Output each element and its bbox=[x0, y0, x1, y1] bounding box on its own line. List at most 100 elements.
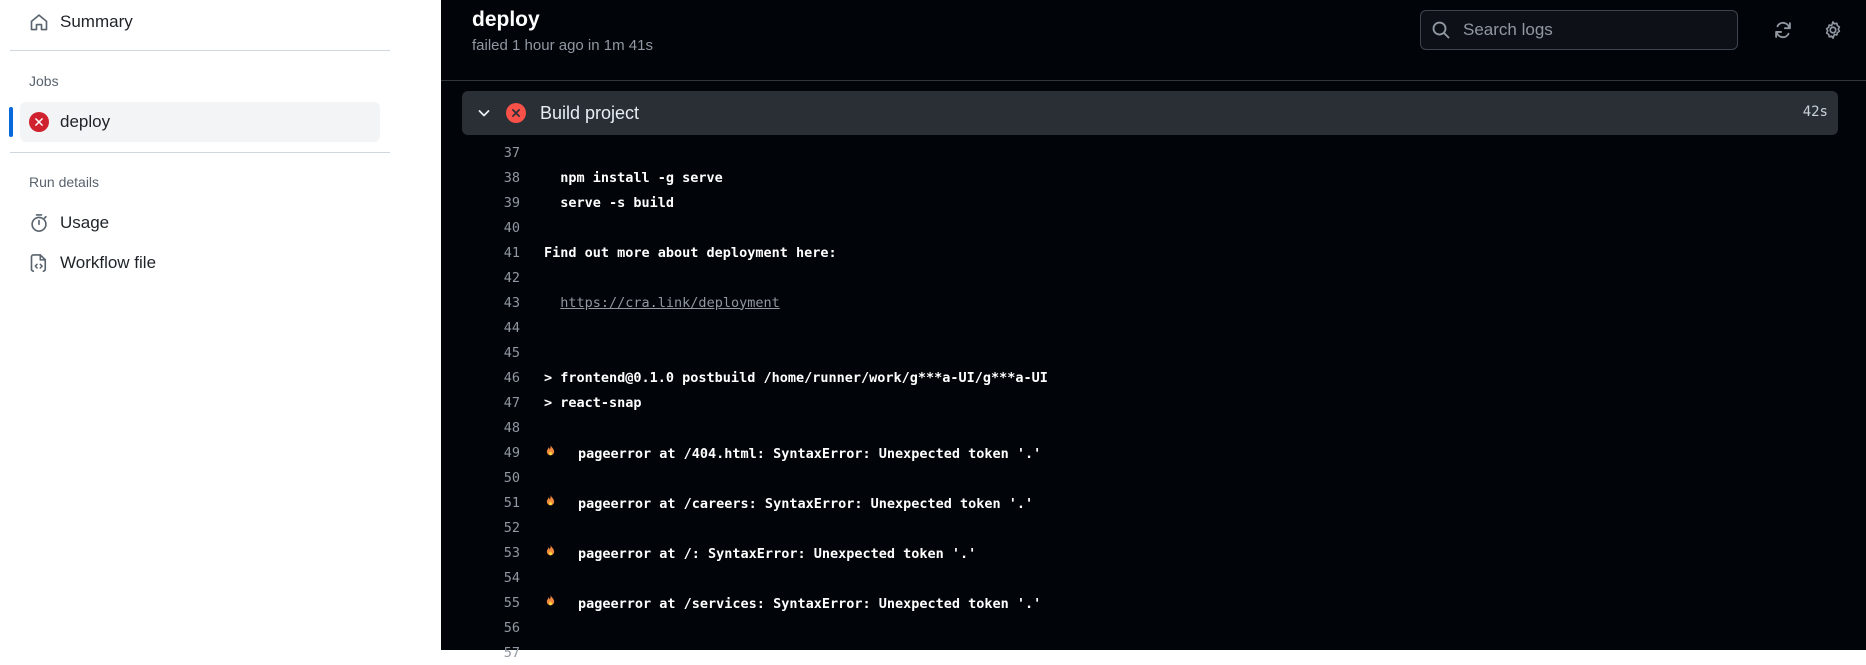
line-number[interactable]: 37 bbox=[462, 145, 520, 161]
log-text: pageerror at /careers: SyntaxError: Unex… bbox=[544, 493, 1033, 512]
home-icon bbox=[28, 11, 50, 33]
gear-icon bbox=[1825, 21, 1841, 39]
line-number[interactable]: 40 bbox=[462, 220, 520, 236]
line-number[interactable]: 52 bbox=[462, 520, 520, 536]
job-status-subtitle: failed 1 hour ago in 1m 41s bbox=[472, 37, 653, 54]
log-line: 56 bbox=[462, 615, 1838, 640]
sidebar-item-summary[interactable]: Summary bbox=[20, 2, 380, 42]
job-title: deploy bbox=[472, 8, 540, 31]
log-text: > frontend@0.1.0 postbuild /home/runner/… bbox=[544, 370, 1048, 386]
log-text-content bbox=[544, 295, 560, 311]
log-line: 49 pageerror at /404.html: SyntaxError: U… bbox=[462, 440, 1838, 465]
settings-button[interactable] bbox=[1820, 17, 1846, 43]
log-text-content: pageerror at /services: SyntaxError: Une… bbox=[578, 596, 1042, 612]
sync-icon bbox=[1775, 21, 1791, 39]
failed-status-icon bbox=[28, 111, 50, 133]
log-line: 51 pageerror at /careers: SyntaxError: Un… bbox=[462, 490, 1838, 515]
failed-status-icon bbox=[506, 103, 526, 123]
log-output: 37 38 npm install -g serve 39 serve -s bui… bbox=[462, 140, 1838, 665]
step-duration: 42s bbox=[1802, 104, 1828, 120]
jobs-heading: Jobs bbox=[29, 73, 59, 89]
log-text: serve -s build bbox=[544, 195, 674, 211]
log-text-content: Find out more about deployment here: bbox=[544, 244, 837, 261]
line-number[interactable]: 56 bbox=[462, 620, 520, 636]
refresh-button[interactable] bbox=[1770, 17, 1796, 43]
log-line: 44 bbox=[462, 315, 1838, 340]
log-line: 39 serve -s build bbox=[462, 190, 1838, 215]
line-number[interactable]: 45 bbox=[462, 345, 520, 361]
log-text: pageerror at /: SyntaxError: Unexpected … bbox=[544, 543, 976, 562]
search-logs[interactable] bbox=[1420, 10, 1738, 50]
log-line: 53 pageerror at /: SyntaxError: Unexpecte… bbox=[462, 540, 1838, 565]
log-text: https://cra.link/deployment bbox=[544, 295, 779, 311]
sidebar-item-workflow-file[interactable]: Workflow file bbox=[20, 243, 380, 283]
log-line: 48 bbox=[462, 415, 1838, 440]
log-line: 52 bbox=[462, 515, 1838, 540]
fire-icon bbox=[544, 543, 560, 562]
sidebar-item-label: Workflow file bbox=[60, 253, 157, 272]
fire-icon bbox=[544, 443, 560, 462]
log-line: 54 bbox=[462, 565, 1838, 590]
sidebar: Summary Jobs deploy Run details Usage Wo… bbox=[0, 0, 441, 650]
file-code-icon bbox=[28, 252, 50, 274]
step-name: Build project bbox=[540, 102, 640, 123]
log-line: 50 bbox=[462, 465, 1838, 490]
log-line: 38 npm install -g serve bbox=[462, 165, 1838, 190]
log-line: 41 Find out more about deployment here: bbox=[462, 240, 1838, 265]
log-line: 43 https://cra.link/deployment bbox=[462, 290, 1838, 315]
line-number[interactable]: 53 bbox=[462, 545, 520, 561]
log-text-content: > react-snap bbox=[544, 394, 642, 411]
chevron-down-icon[interactable] bbox=[474, 103, 494, 123]
deployment-link[interactable]: https://cra.link/deployment bbox=[560, 295, 779, 311]
log-text: npm install -g serve bbox=[544, 170, 723, 186]
run-details-heading: Run details bbox=[29, 174, 100, 190]
line-number[interactable]: 51 bbox=[462, 495, 520, 511]
stopwatch-icon bbox=[28, 212, 50, 234]
line-number[interactable]: 46 bbox=[462, 370, 520, 386]
log-text: pageerror at /services: SyntaxError: Une… bbox=[544, 593, 1041, 612]
log-line: 47 > react-snap bbox=[462, 390, 1838, 415]
fire-icon bbox=[544, 593, 560, 612]
line-number[interactable]: 44 bbox=[462, 320, 520, 336]
sidebar-item-deploy[interactable]: deploy bbox=[20, 102, 380, 142]
sidebar-item-label: Usage bbox=[60, 213, 110, 232]
line-number[interactable]: 54 bbox=[462, 570, 520, 586]
line-number[interactable]: 41 bbox=[462, 245, 520, 261]
log-line: 42 bbox=[462, 265, 1838, 290]
log-line: 37 bbox=[462, 140, 1838, 165]
line-number[interactable]: 55 bbox=[462, 595, 520, 611]
divider bbox=[10, 50, 390, 51]
line-number[interactable]: 39 bbox=[462, 195, 520, 211]
line-number[interactable]: 48 bbox=[462, 420, 520, 436]
line-number[interactable]: 47 bbox=[462, 395, 520, 411]
search-input[interactable] bbox=[1461, 19, 1725, 41]
log-text-content: pageerror at /: SyntaxError: Unexpected … bbox=[578, 546, 977, 562]
line-number[interactable]: 57 bbox=[462, 645, 520, 661]
log-line: 40 bbox=[462, 215, 1838, 240]
log-line: 45 bbox=[462, 340, 1838, 365]
fire-icon bbox=[544, 493, 560, 512]
job-header: deploy failed 1 hour ago in 1m 41s bbox=[441, 0, 1866, 81]
log-line: 57 bbox=[462, 640, 1838, 665]
log-text: > react-snap bbox=[544, 395, 642, 411]
log-text-content: npm install -g serve bbox=[544, 169, 723, 186]
line-number[interactable]: 43 bbox=[462, 295, 520, 311]
step-header-build-project[interactable]: Build project 42s bbox=[462, 91, 1838, 135]
log-text: Find out more about deployment here: bbox=[544, 245, 837, 261]
line-number[interactable]: 49 bbox=[462, 445, 520, 461]
line-number[interactable]: 50 bbox=[462, 470, 520, 486]
log-text-content: pageerror at /404.html: SyntaxError: Une… bbox=[578, 446, 1042, 462]
log-text-content: pageerror at /careers: SyntaxError: Unex… bbox=[578, 496, 1034, 512]
sidebar-item-label: Summary bbox=[60, 12, 133, 31]
log-text: pageerror at /404.html: SyntaxError: Une… bbox=[544, 443, 1041, 462]
line-number[interactable]: 42 bbox=[462, 270, 520, 286]
log-text-content: serve -s build bbox=[544, 194, 675, 211]
sidebar-item-usage[interactable]: Usage bbox=[20, 203, 380, 243]
log-text-content: > frontend@0.1.0 postbuild /home/runner/… bbox=[544, 369, 1048, 386]
line-number[interactable]: 38 bbox=[462, 170, 520, 186]
search-icon bbox=[1432, 21, 1450, 39]
log-line: 46 > frontend@0.1.0 postbuild /home/runne… bbox=[462, 365, 1838, 390]
log-panel: deploy failed 1 hour ago in 1m 41s Build… bbox=[441, 0, 1866, 661]
log-line: 55 pageerror at /services: SyntaxError: U… bbox=[462, 590, 1838, 615]
active-indicator bbox=[9, 107, 13, 137]
